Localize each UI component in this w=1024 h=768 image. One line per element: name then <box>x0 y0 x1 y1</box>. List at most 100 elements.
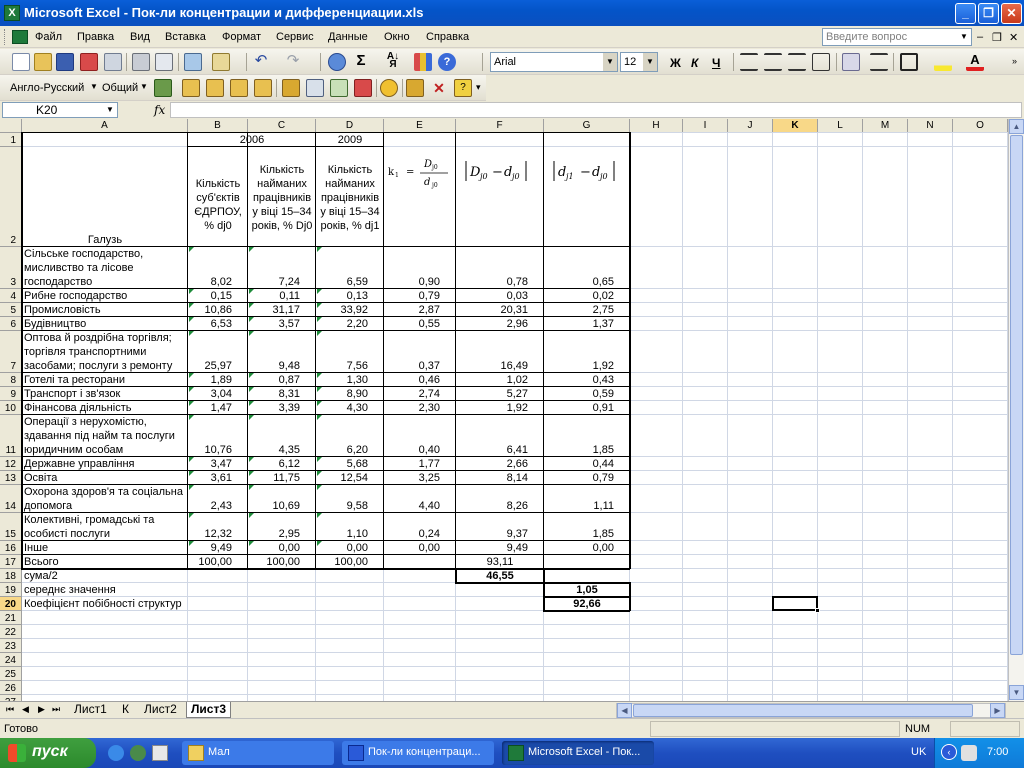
value-f[interactable]: 93,11 <box>458 555 542 569</box>
value-b[interactable]: 3,47 <box>190 457 246 471</box>
tab-sheet3[interactable]: Лист3 <box>186 702 232 718</box>
value-g[interactable]: 1,92 <box>546 359 628 373</box>
value-f[interactable]: 20,31 <box>458 303 542 317</box>
collapse-tray-icon[interactable]: ‹ <box>941 744 957 760</box>
year-2009-header[interactable]: 2009 <box>318 133 382 147</box>
value-f[interactable]: 1,02 <box>458 373 542 387</box>
value-f[interactable]: 0,03 <box>458 289 542 303</box>
sort-ascending-icon[interactable]: A↓ Я <box>384 52 402 71</box>
value-g[interactable]: 2,75 <box>546 303 628 317</box>
row-header[interactable]: 22 <box>0 625 22 639</box>
column-header-b[interactable]: B <box>188 119 248 133</box>
value-f[interactable]: 6,41 <box>458 443 542 457</box>
value-b[interactable]: 3,04 <box>190 387 246 401</box>
prev-sheet-icon[interactable]: ◀ <box>22 704 29 715</box>
value-e[interactable]: 0,24 <box>386 527 454 541</box>
value-e[interactable]: 0,90 <box>386 275 454 289</box>
industry-name[interactable]: Інше <box>24 541 186 555</box>
formula-input[interactable] <box>170 102 1022 118</box>
align-center-icon[interactable] <box>764 53 782 71</box>
value-b[interactable]: 1,47 <box>190 401 246 415</box>
industry-name[interactable]: Всього <box>24 555 186 569</box>
coefficient-label[interactable]: Коефіцієнт побібності структур <box>24 597 318 611</box>
underline-button[interactable]: Ч <box>712 56 720 70</box>
column-header-m[interactable]: M <box>863 119 908 133</box>
minimize-button[interactable]: _ <box>955 3 976 24</box>
library-icon[interactable] <box>406 79 424 97</box>
value-g[interactable]: 1,85 <box>546 443 628 457</box>
value-g[interactable] <box>546 555 628 569</box>
open-folder-icon[interactable] <box>34 53 52 71</box>
scroll-left-icon[interactable]: ◀ <box>617 703 632 718</box>
redo-icon[interactable]: ↷ <box>284 53 302 71</box>
value-e[interactable]: 2,74 <box>386 387 454 401</box>
value-c[interactable]: 10,69 <box>250 499 314 513</box>
value-e[interactable]: 1,77 <box>386 457 454 471</box>
value-f[interactable]: 2,96 <box>458 317 542 331</box>
toolbar-options-icon[interactable]: ▾ <box>476 82 481 93</box>
value-b[interactable]: 2,43 <box>190 499 246 513</box>
value-c[interactable]: 7,24 <box>250 275 314 289</box>
value-g[interactable]: 0,65 <box>546 275 628 289</box>
industry-name[interactable]: Фінансова діяльність <box>24 401 186 415</box>
menu-help[interactable]: Справка <box>426 31 469 43</box>
sum-half-value[interactable]: 46,55 <box>458 569 542 583</box>
row-header[interactable]: 12 <box>0 457 22 471</box>
currency-icon[interactable] <box>842 53 860 71</box>
value-f[interactable]: 8,26 <box>458 499 542 513</box>
column-header-d[interactable]: D <box>316 119 384 133</box>
value-g[interactable]: 0,79 <box>546 471 628 485</box>
value-c[interactable]: 31,17 <box>250 303 314 317</box>
value-f[interactable]: 0,78 <box>458 275 542 289</box>
value-e[interactable]: 0,37 <box>386 359 454 373</box>
value-g[interactable]: 0,91 <box>546 401 628 415</box>
start-button[interactable]: пуск <box>0 738 96 768</box>
column-header-i[interactable]: I <box>683 119 728 133</box>
language-indicator[interactable]: UK <box>911 746 926 758</box>
print-preview-icon[interactable] <box>155 53 173 71</box>
value-f[interactable]: 5,27 <box>458 387 542 401</box>
spelling-icon[interactable] <box>184 53 202 71</box>
row-header[interactable]: 10 <box>0 401 22 415</box>
vertical-scroll-thumb[interactable] <box>1010 135 1023 655</box>
row-header[interactable]: 18 <box>0 569 22 583</box>
value-b[interactable]: 9,49 <box>190 541 246 555</box>
row-header[interactable]: 15 <box>0 513 22 541</box>
chevron-down-icon[interactable]: ▼ <box>957 29 971 45</box>
chevron-down-icon[interactable]: ▼ <box>643 53 657 71</box>
font-size-select[interactable]: 12 ▼ <box>620 52 658 72</box>
value-b[interactable]: 1,89 <box>190 373 246 387</box>
value-g[interactable]: 0,02 <box>546 289 628 303</box>
new-document-icon[interactable] <box>12 53 30 71</box>
industry-name[interactable]: Охорона здоров'я та соціальна допомога <box>24 485 186 513</box>
save-icon[interactable] <box>56 53 74 71</box>
align-right-icon[interactable] <box>788 53 806 71</box>
value-d[interactable]: 0,00 <box>318 541 382 555</box>
value-f[interactable]: 1,92 <box>458 401 542 415</box>
task-folder[interactable]: Мал <box>182 741 334 765</box>
column-header-g[interactable]: G <box>544 119 630 133</box>
column-header-a[interactable]: A <box>22 119 188 133</box>
row-header[interactable]: 26 <box>0 681 22 695</box>
mode-select[interactable]: Общий <box>102 82 138 94</box>
dictionary-icon[interactable] <box>230 79 248 97</box>
value-e[interactable]: 0,79 <box>386 289 454 303</box>
industry-name[interactable]: Рибне господарство <box>24 289 186 303</box>
media-player-icon[interactable] <box>130 745 146 761</box>
fill-color-icon[interactable] <box>934 53 952 71</box>
value-b[interactable]: 25,97 <box>190 359 246 373</box>
value-e[interactable]: 0,46 <box>386 373 454 387</box>
dictionary-icon[interactable] <box>206 79 224 97</box>
row-header[interactable]: 23 <box>0 639 22 653</box>
value-c[interactable]: 4,35 <box>250 443 314 457</box>
header-employees-2009[interactable]: Кількість найманих працівників у віці 15… <box>318 163 382 247</box>
column-header-f[interactable]: F <box>456 119 544 133</box>
row-header[interactable]: 5 <box>0 303 22 317</box>
ask-question-input[interactable]: Введите вопрос ▼ <box>822 28 972 46</box>
row-header[interactable]: 14 <box>0 485 22 513</box>
email-icon[interactable] <box>104 53 122 71</box>
tab-k[interactable]: К <box>118 702 133 718</box>
industry-name[interactable]: Освіта <box>24 471 186 485</box>
value-e[interactable]: 0,55 <box>386 317 454 331</box>
value-c[interactable]: 0,00 <box>250 541 314 555</box>
